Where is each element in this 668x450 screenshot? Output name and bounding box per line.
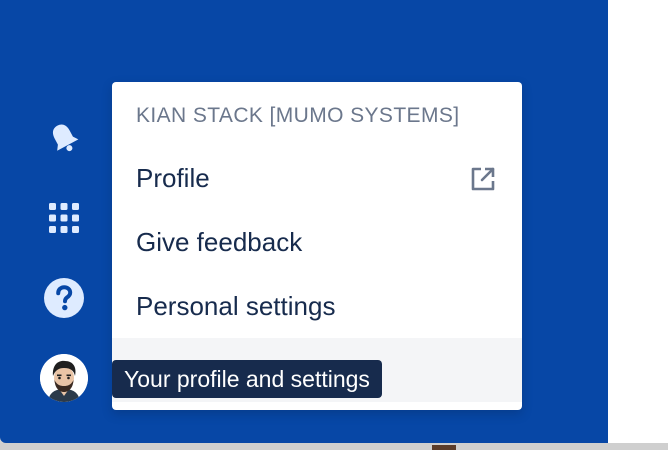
notifications-button[interactable]: [40, 114, 88, 162]
bottom-mark: [432, 445, 456, 450]
menu-item-label: Give feedback: [136, 227, 303, 257]
help-button[interactable]: [40, 274, 88, 322]
avatar-icon: [40, 354, 88, 402]
bell-icon: [52, 124, 79, 152]
avatar[interactable]: [40, 354, 88, 402]
profile-tooltip: Your profile and settings: [112, 360, 382, 398]
content-area: [608, 0, 668, 450]
help-icon: [44, 278, 84, 318]
app-switcher-icon: [49, 203, 79, 233]
menu-heading: KIAN STACK [MUMO SYSTEMS]: [136, 104, 460, 127]
menu-item-label: Personal settings: [136, 291, 336, 321]
bottom-strip: [0, 443, 668, 450]
app-switcher-button[interactable]: [40, 194, 88, 242]
external-link-icon: [471, 167, 495, 191]
global-navigation: KIAN STACK [MUMO SYSTEMS] Profile Give f…: [0, 0, 608, 443]
page: KIAN STACK [MUMO SYSTEMS] Profile Give f…: [0, 0, 668, 450]
menu-item-profile[interactable]: Profile: [112, 146, 522, 210]
menu-item-give-feedback[interactable]: Give feedback: [112, 210, 522, 274]
menu-item-label: Profile: [136, 163, 210, 193]
menu-item-personal-settings[interactable]: Personal settings: [112, 274, 522, 338]
